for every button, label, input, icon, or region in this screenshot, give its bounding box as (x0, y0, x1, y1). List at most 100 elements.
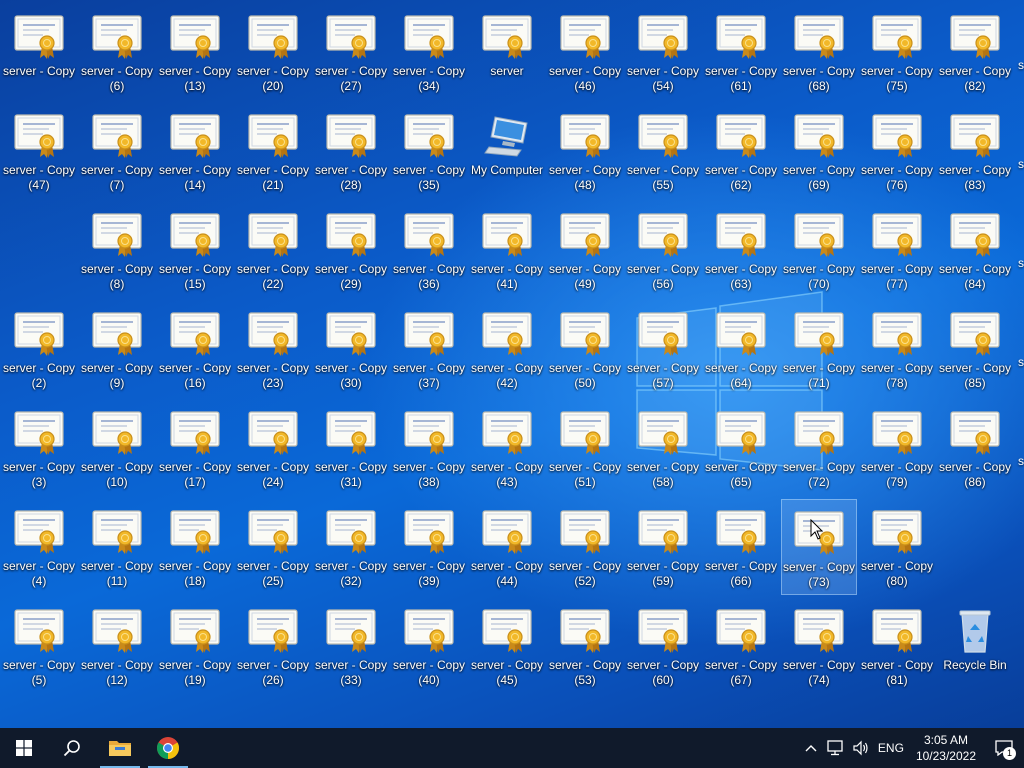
desktop-icon-server-copy-54[interactable]: server - Copy (54) (625, 4, 701, 100)
desktop-icon-server-copy[interactable]: server - Copy (1, 4, 77, 100)
desktop-icon-server-copy-63[interactable]: server - Copy (63) (703, 202, 779, 298)
desktop-icon-server-copy-42[interactable]: server - Copy (42) (469, 301, 545, 397)
desktop-icon-server-copy-70[interactable]: server - Copy (70) (781, 202, 857, 298)
desktop-icon-server-copy-71[interactable]: server - Copy (71) (781, 301, 857, 397)
desktop-icon-server-copy-19[interactable]: server - Copy (19) (157, 598, 233, 694)
desktop-icon-server-copy-53[interactable]: server - Copy (53) (547, 598, 623, 694)
action-center-button[interactable]: 1 (984, 728, 1024, 768)
desktop-icon-server-copy-6[interactable]: server - Copy (6) (79, 4, 155, 100)
desktop-icon-server-copy-35[interactable]: server - Copy (35) (391, 103, 467, 199)
desktop-icon-server-copy-69[interactable]: server - Copy (69) (781, 103, 857, 199)
desktop-icon-server-copy-62[interactable]: server - Copy (62) (703, 103, 779, 199)
desktop-icon-server-copy-7[interactable]: server - Copy (7) (79, 103, 155, 199)
chrome-button[interactable] (144, 728, 192, 768)
desktop-icon-server-copy-77[interactable]: server - Copy (77) (859, 202, 935, 298)
file-explorer-button[interactable] (96, 728, 144, 768)
desktop-icon-server-copy-47[interactable]: server - Copy (47) (1, 103, 77, 199)
desktop-icon-server-copy-25[interactable]: server - Copy (25) (235, 499, 311, 595)
desktop-icon-server-copy-86[interactable]: server - Copy (86) (937, 400, 1013, 496)
desktop-icon-server-copy-57[interactable]: server - Copy (57) (625, 301, 701, 397)
desktop-icon-server-copy-37[interactable]: server - Copy (37) (391, 301, 467, 397)
desktop-icon-server-copy-31[interactable]: server - Copy (31) (313, 400, 389, 496)
network-button[interactable] (822, 728, 848, 768)
desktop-icon-server-copy-41[interactable]: server - Copy (41) (469, 202, 545, 298)
desktop-icon-server-copy-14[interactable]: server - Copy (14) (157, 103, 233, 199)
desktop-icon-server-copy-23[interactable]: server - Copy (23) (235, 301, 311, 397)
desktop-icon-server-copy-49[interactable]: server - Copy (49) (547, 202, 623, 298)
desktop-icon-server-copy-61[interactable]: server - Copy (61) (703, 4, 779, 100)
desktop-icon-server-copy-3[interactable]: server - Copy (3) (1, 400, 77, 496)
start-button[interactable] (0, 728, 48, 768)
desktop-icon-server-copy-20[interactable]: server - Copy (20) (235, 4, 311, 100)
desktop-icon-server-copy-82[interactable]: server - Copy (82) (937, 4, 1013, 100)
desktop-icon-server-copy-76[interactable]: server - Copy (76) (859, 103, 935, 199)
clock[interactable]: 3:05 AM 10/23/2022 (908, 728, 984, 768)
desktop-icon-server-copy-51[interactable]: server - Copy (51) (547, 400, 623, 496)
desktop-icon-server-copy-13[interactable]: server - Copy (13) (157, 4, 233, 100)
desktop-icon-server-copy-67[interactable]: server - Copy (67) (703, 598, 779, 694)
desktop-icon-server-copy-11[interactable]: server - Copy (11) (79, 499, 155, 595)
desktop-icon-server-copy-16[interactable]: server - Copy (16) (157, 301, 233, 397)
desktop-icon-server-copy-83[interactable]: server - Copy (83) (937, 103, 1013, 199)
desktop-icon-server-copy-9[interactable]: server - Copy (9) (79, 301, 155, 397)
input-language-button[interactable]: ENG (874, 728, 908, 768)
desktop-icon-server-copy-2[interactable]: server - Copy (2) (1, 301, 77, 397)
desktop-icon-server-copy-38[interactable]: server - Copy (38) (391, 400, 467, 496)
desktop-icon-server-copy-43[interactable]: server - Copy (43) (469, 400, 545, 496)
desktop-icon-server-copy-4[interactable]: server - Copy (4) (1, 499, 77, 595)
desktop-icon-server-copy-85[interactable]: server - Copy (85) (937, 301, 1013, 397)
desktop-icon-server-copy-81[interactable]: server - Copy (81) (859, 598, 935, 694)
desktop-icon-server-copy-79[interactable]: server - Copy (79) (859, 400, 935, 496)
desktop-icon-server-copy-65[interactable]: server - Copy (65) (703, 400, 779, 496)
desktop-icon-server-copy-34[interactable]: server - Copy (34) (391, 4, 467, 100)
desktop-icon-server-copy-74[interactable]: server - Copy (74) (781, 598, 857, 694)
desktop-icon-server-copy-52[interactable]: server - Copy (52) (547, 499, 623, 595)
desktop-icon-server-copy-5[interactable]: server - Copy (5) (1, 598, 77, 694)
desktop-icon-server-copy-50[interactable]: server - Copy (50) (547, 301, 623, 397)
desktop-icon-server-copy-75[interactable]: server - Copy (75) (859, 4, 935, 100)
desktop-icon-server-copy-24[interactable]: server - Copy (24) (235, 400, 311, 496)
desktop-icon-server-copy-22[interactable]: server - Copy (22) (235, 202, 311, 298)
desktop-icon-server-copy-12[interactable]: server - Copy (12) (79, 598, 155, 694)
desktop-icon-server-copy-21[interactable]: server - Copy (21) (235, 103, 311, 199)
desktop-icon-server-copy-60[interactable]: server - Copy (60) (625, 598, 701, 694)
desktop-icon-server-copy-26[interactable]: server - Copy (26) (235, 598, 311, 694)
desktop-icon-server-copy-29[interactable]: server - Copy (29) (313, 202, 389, 298)
search-button[interactable] (48, 728, 96, 768)
desktop-icon-server-copy-45[interactable]: server - Copy (45) (469, 598, 545, 694)
desktop-icon-server-copy-48[interactable]: server - Copy (48) (547, 103, 623, 199)
desktop-icon-server-copy-30[interactable]: server - Copy (30) (313, 301, 389, 397)
desktop-icon-server-copy-10[interactable]: server - Copy (10) (79, 400, 155, 496)
desktop[interactable]: server - Copy server - Copy (47) server - … (0, 0, 1024, 728)
desktop-icon-my-computer[interactable]: My Computer (469, 103, 545, 199)
desktop-icon-server-copy-59[interactable]: server - Copy (59) (625, 499, 701, 595)
desktop-icon-server-copy-28[interactable]: server - Copy (28) (313, 103, 389, 199)
desktop-icon-server-copy-40[interactable]: server - Copy (40) (391, 598, 467, 694)
desktop-icon-server-copy-66[interactable]: server - Copy (66) (703, 499, 779, 595)
desktop-icon-server-copy-39[interactable]: server - Copy (39) (391, 499, 467, 595)
desktop-icon-server-copy-84[interactable]: server - Copy (84) (937, 202, 1013, 298)
desktop-icon-server-copy-72[interactable]: server - Copy (72) (781, 400, 857, 496)
desktop-icon-server-copy-73[interactable]: server - Copy (73) (781, 499, 857, 595)
desktop-icon-server-copy-18[interactable]: server - Copy (18) (157, 499, 233, 595)
desktop-icon-server-copy-68[interactable]: server - Copy (68) (781, 4, 857, 100)
desktop-icon-server-copy-33[interactable]: server - Copy (33) (313, 598, 389, 694)
show-hidden-icons-button[interactable] (800, 728, 822, 768)
desktop-icon-server-copy-56[interactable]: server - Copy (56) (625, 202, 701, 298)
desktop-icon-server-copy-55[interactable]: server - Copy (55) (625, 103, 701, 199)
desktop-icon-server-copy-44[interactable]: server - Copy (44) (469, 499, 545, 595)
desktop-icon-server[interactable]: server (469, 4, 545, 100)
desktop-icon-server-copy-80[interactable]: server - Copy (80) (859, 499, 935, 595)
desktop-icon-recycle-bin[interactable]: Recycle Bin (937, 598, 1013, 694)
desktop-icon-server-copy-64[interactable]: server - Copy (64) (703, 301, 779, 397)
desktop-icon-server-copy-36[interactable]: server - Copy (36) (391, 202, 467, 298)
desktop-icon-server-copy-78[interactable]: server - Copy (78) (859, 301, 935, 397)
desktop-icon-server-copy-46[interactable]: server - Copy (46) (547, 4, 623, 100)
desktop-icon-server-copy-15[interactable]: server - Copy (15) (157, 202, 233, 298)
desktop-icon-server-copy-58[interactable]: server - Copy (58) (625, 400, 701, 496)
desktop-icon-server-copy-8[interactable]: server - Copy (8) (79, 202, 155, 298)
volume-button[interactable] (848, 728, 874, 768)
desktop-icon-server-copy-27[interactable]: server - Copy (27) (313, 4, 389, 100)
desktop-icon-server-copy-17[interactable]: server - Copy (17) (157, 400, 233, 496)
desktop-icon-server-copy-32[interactable]: server - Copy (32) (313, 499, 389, 595)
